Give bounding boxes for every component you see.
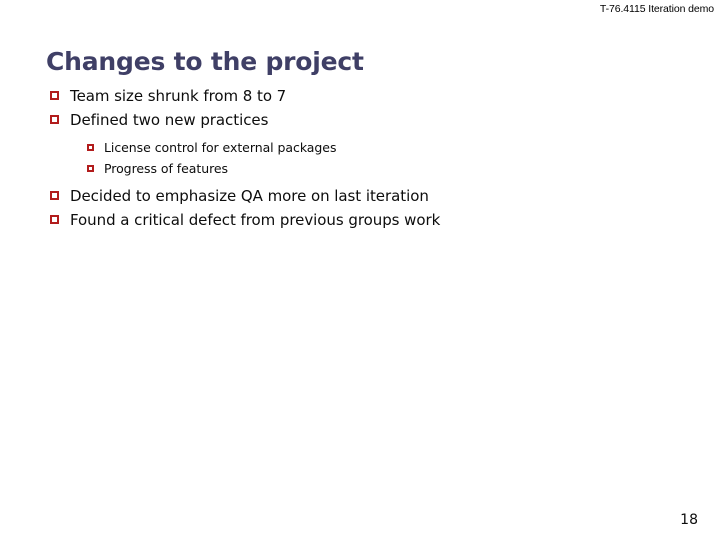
list-item: License control for external packages	[46, 139, 686, 160]
list-item-label: Defined two new practices	[70, 111, 269, 129]
list-item-label: License control for external packages	[104, 140, 337, 155]
list-item: Progress of features	[46, 160, 686, 181]
hollow-square-bullet-icon	[87, 144, 94, 151]
page-title: Changes to the project	[46, 46, 364, 76]
hollow-square-bullet-icon	[50, 215, 59, 224]
list-item: Defined two new practices	[46, 110, 686, 134]
hollow-square-bullet-icon	[87, 165, 94, 172]
page-number: 18	[680, 512, 698, 528]
presentation-slide: T-76.4115 Iteration demo Changes to the …	[0, 0, 720, 540]
list-item: Found a critical defect from previous gr…	[46, 210, 686, 234]
list-item-label: Found a critical defect from previous gr…	[70, 211, 441, 229]
hollow-square-bullet-icon	[50, 191, 59, 200]
list-item: Team size shrunk from 8 to 7	[46, 86, 686, 110]
list-item: Decided to emphasize QA more on last ite…	[46, 186, 686, 210]
list-item-label: Team size shrunk from 8 to 7	[70, 87, 287, 105]
slide-running-header: T-76.4115 Iteration demo	[599, 3, 714, 15]
hollow-square-bullet-icon	[50, 91, 59, 100]
list-item-label: Decided to emphasize QA more on last ite…	[70, 187, 429, 205]
list-item-label: Progress of features	[104, 161, 228, 176]
hollow-square-bullet-icon	[50, 115, 59, 124]
bullet-list: Team size shrunk from 8 to 7 Defined two…	[46, 86, 686, 234]
